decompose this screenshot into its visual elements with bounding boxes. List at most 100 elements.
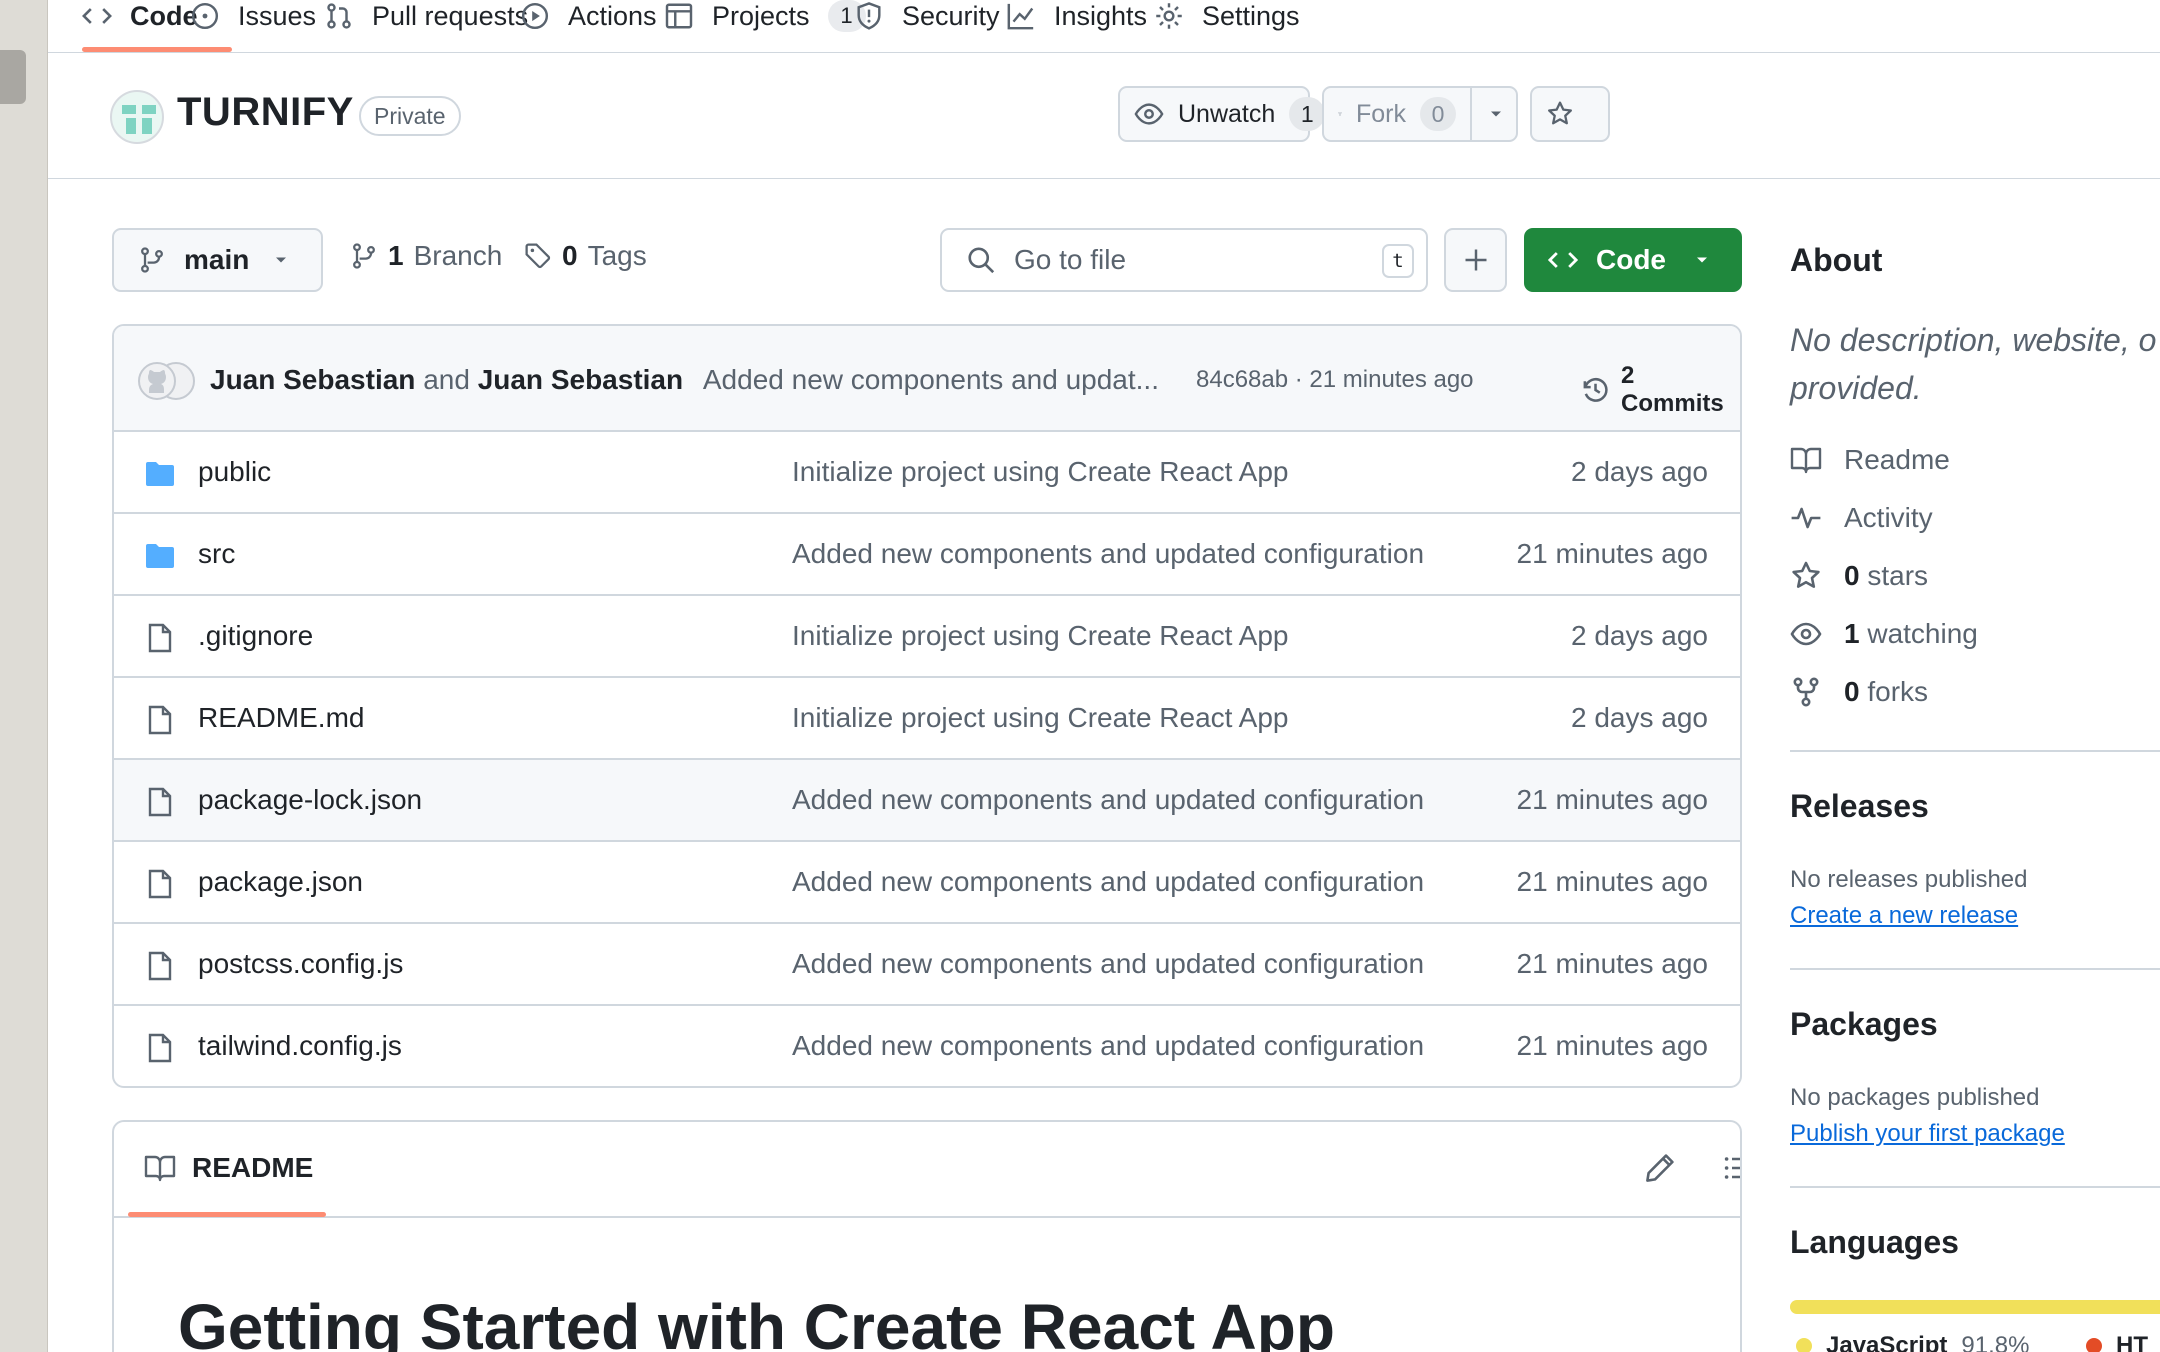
file-commit-message-link[interactable]: Added new components and updated configu…	[792, 538, 1424, 570]
tab-pull-requests[interactable]: Pull requests	[324, 0, 528, 44]
tab-security[interactable]: Security	[854, 0, 1000, 44]
readme-tab-indicator	[128, 1212, 326, 1217]
file-commit-age: 2 days ago	[1571, 456, 1708, 487]
commit-coauthor-link[interactable]: Juan Sebastian	[478, 364, 683, 395]
list-unordered-icon[interactable]	[1722, 1152, 1742, 1184]
branch-selector[interactable]: main	[112, 228, 323, 292]
repo-name-link[interactable]: TURNIFY	[177, 90, 354, 135]
fork-button-group[interactable]: Fork 0	[1322, 86, 1518, 142]
file-name-link[interactable]: src	[198, 538, 235, 570]
language-javascript[interactable]: JavaScript 91.8%	[1796, 1332, 2029, 1352]
github-avatar-icon	[138, 362, 195, 400]
search-placeholder: Go to file	[1014, 244, 1127, 275]
file-commit-message-link[interactable]: Initialize project using Create React Ap…	[792, 456, 1289, 488]
file-name-link[interactable]: .gitignore	[198, 620, 313, 652]
language-color-dot	[2086, 1338, 2102, 1352]
file-row-postcss-config[interactable]: postcss.config.js Added new components a…	[114, 924, 1740, 1006]
commit-message-link[interactable]: Added new components and updat...	[703, 364, 1159, 395]
file-commit-message-link[interactable]: Added new components and updated configu…	[792, 948, 1424, 980]
file-commit-message-link[interactable]: Added new components and updated configu…	[792, 866, 1424, 898]
releases-empty-note: No releases published	[1790, 866, 2028, 893]
book-icon	[1790, 447, 1822, 474]
readme-link-label: Readme	[1844, 444, 1950, 475]
activity-link[interactable]: Activity	[1790, 502, 1933, 534]
scroll-thumb[interactable]	[0, 50, 26, 104]
file-commit-message-link[interactable]: Added new components and updated configu…	[792, 1030, 1424, 1062]
gear-icon	[1156, 3, 1182, 29]
file-icon	[148, 1033, 172, 1063]
stars-count: 0	[1844, 560, 1860, 591]
unwatch-button[interactable]: Unwatch 1	[1118, 86, 1355, 142]
eye-icon	[1134, 103, 1164, 125]
eye-icon	[1790, 622, 1822, 646]
sidebar-divider	[1790, 750, 2160, 752]
file-row-package-lock[interactable]: package-lock.json Added new components a…	[114, 760, 1740, 842]
file-row-public[interactable]: public Initialize project using Create R…	[114, 432, 1740, 514]
pull-request-icon	[327, 3, 351, 29]
repo-owner-avatar[interactable]	[110, 90, 164, 144]
tab-label: Security	[902, 0, 1000, 31]
publish-package-link[interactable]: Publish your first package	[1790, 1120, 2065, 1148]
branch-name: main	[184, 244, 250, 275]
fork-button[interactable]: Fork 0	[1324, 88, 1470, 140]
releases-heading[interactable]: Releases	[1790, 788, 1929, 825]
forks-link[interactable]: 0 forks	[1790, 676, 1928, 708]
commit-author-avatars[interactable]	[136, 360, 196, 402]
tab-settings[interactable]: Settings	[1154, 0, 1300, 44]
file-row-tailwind-config[interactable]: tailwind.config.js Added new components …	[114, 1006, 1740, 1086]
language-percent: 91.8%	[1961, 1332, 2030, 1352]
fork-label: Fork	[1356, 99, 1406, 128]
commits-history-link[interactable]: 2 Commits	[1580, 362, 1740, 418]
create-release-link[interactable]: Create a new release	[1790, 902, 2018, 930]
file-row-readme[interactable]: README.md Initialize project using Creat…	[114, 678, 1740, 760]
play-icon	[521, 2, 549, 30]
file-row-package-json[interactable]: package.json Added new components and up…	[114, 842, 1740, 924]
readme-tab[interactable]: README	[144, 1152, 313, 1184]
tab-code[interactable]: Code	[82, 0, 198, 44]
add-file-button[interactable]	[1444, 228, 1507, 292]
watching-link[interactable]: 1 watching	[1790, 618, 1978, 650]
readme-link[interactable]: Readme	[1790, 444, 1950, 476]
latest-commit-bar: Juan Sebastian and Juan Sebastian Added …	[114, 326, 1740, 432]
about-description-line: No description, website, o	[1790, 322, 2157, 358]
tab-actions[interactable]: Actions	[520, 0, 657, 44]
language-html[interactable]: HT	[2086, 1332, 2148, 1352]
folder-icon	[146, 544, 174, 568]
tab-issues[interactable]: Issues	[190, 0, 316, 44]
sidebar-divider	[1790, 1186, 2160, 1188]
file-name-link[interactable]: package.json	[198, 866, 363, 898]
stars-link[interactable]: 0 stars	[1790, 560, 1928, 592]
caret-down-icon	[276, 257, 287, 263]
file-name-link[interactable]: postcss.config.js	[198, 948, 403, 980]
file-row-src[interactable]: src Added new components and updated con…	[114, 514, 1740, 596]
star-button[interactable]	[1530, 86, 1610, 142]
fork-dropdown[interactable]	[1470, 88, 1520, 140]
file-commit-age: 21 minutes ago	[1516, 866, 1708, 897]
forks-count: 0	[1844, 676, 1860, 707]
file-name-link[interactable]: README.md	[198, 702, 364, 734]
active-tab-indicator	[82, 47, 232, 52]
branches-link[interactable]: 1 Branch	[350, 240, 502, 272]
file-name-link[interactable]: package-lock.json	[198, 784, 422, 816]
file-name-link[interactable]: tailwind.config.js	[198, 1030, 402, 1062]
file-commit-message-link[interactable]: Initialize project using Create React Ap…	[792, 702, 1289, 734]
file-commit-age: 21 minutes ago	[1516, 948, 1708, 979]
file-row-gitignore[interactable]: .gitignore Initialize project using Crea…	[114, 596, 1740, 678]
pencil-icon[interactable]	[1644, 1152, 1676, 1184]
code-button[interactable]: Code	[1524, 228, 1742, 292]
graph-icon	[1007, 3, 1034, 30]
packages-heading[interactable]: Packages	[1790, 1006, 1938, 1043]
tags-link[interactable]: 0 Tags	[524, 240, 647, 272]
tab-label: Projects	[712, 0, 810, 31]
readme-header: README	[114, 1122, 1740, 1218]
commit-author-link[interactable]: Juan Sebastian	[210, 364, 415, 395]
go-to-file-input[interactable]: Go to file t	[940, 228, 1428, 292]
file-name-link[interactable]: public	[198, 456, 271, 488]
commit-summary: Juan Sebastian and Juan Sebastian Added …	[210, 364, 1159, 396]
file-commit-message-link[interactable]: Added new components and updated configu…	[792, 784, 1424, 816]
tab-projects[interactable]: Projects 1	[664, 0, 866, 44]
tab-insights[interactable]: Insights	[1006, 0, 1147, 44]
git-branch-icon	[141, 247, 163, 273]
file-commit-message-link[interactable]: Initialize project using Create React Ap…	[792, 620, 1289, 652]
commit-sha-time[interactable]: 84c68ab · 21 minutes ago	[1196, 366, 1474, 394]
